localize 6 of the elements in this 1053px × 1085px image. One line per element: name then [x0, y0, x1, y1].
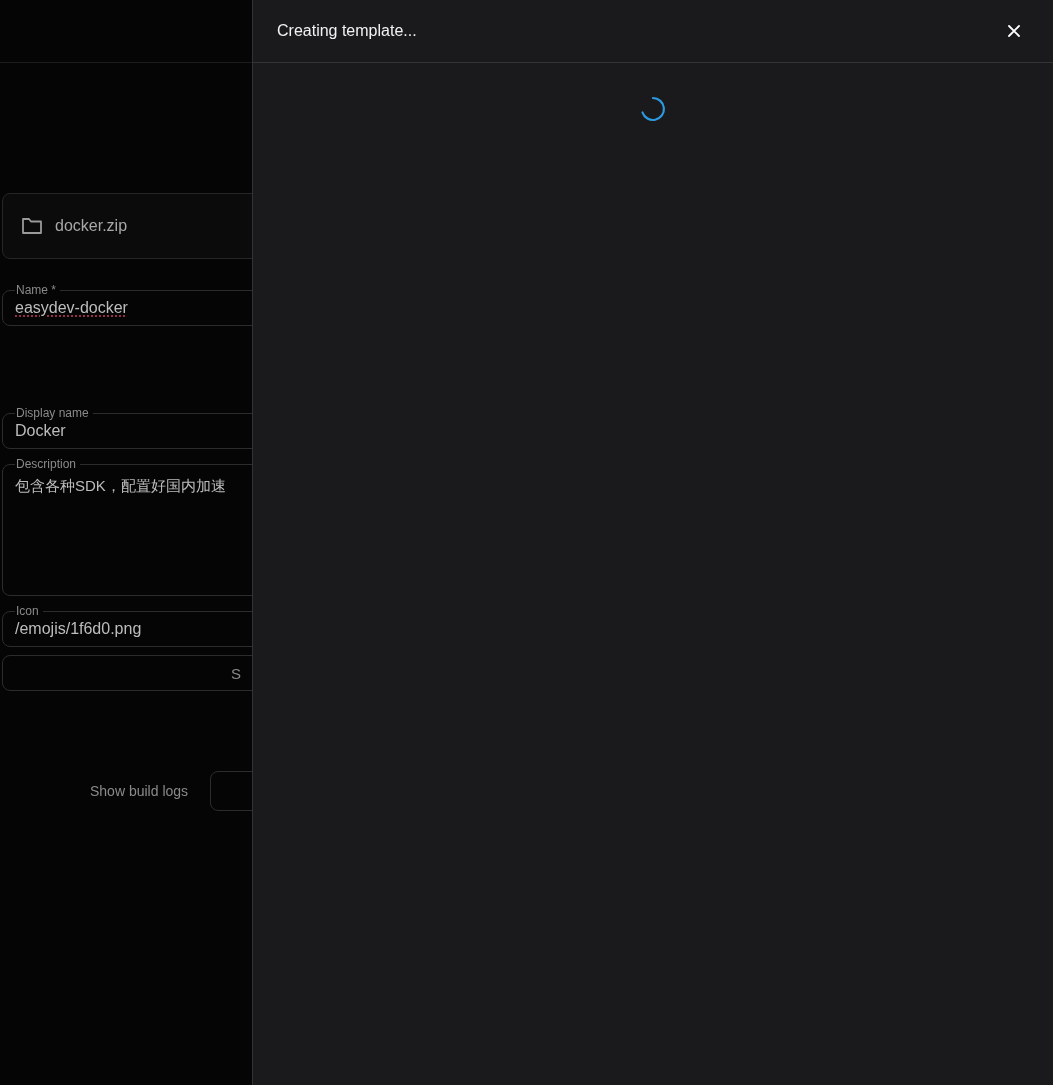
close-button[interactable]: [1005, 22, 1023, 40]
build-logs-label: Show build logs: [90, 783, 189, 799]
file-card[interactable]: docker.zip: [2, 193, 252, 259]
file-name: docker.zip: [55, 217, 128, 235]
drawer-title: Creating template...: [277, 22, 417, 40]
folder-icon: [21, 217, 43, 235]
